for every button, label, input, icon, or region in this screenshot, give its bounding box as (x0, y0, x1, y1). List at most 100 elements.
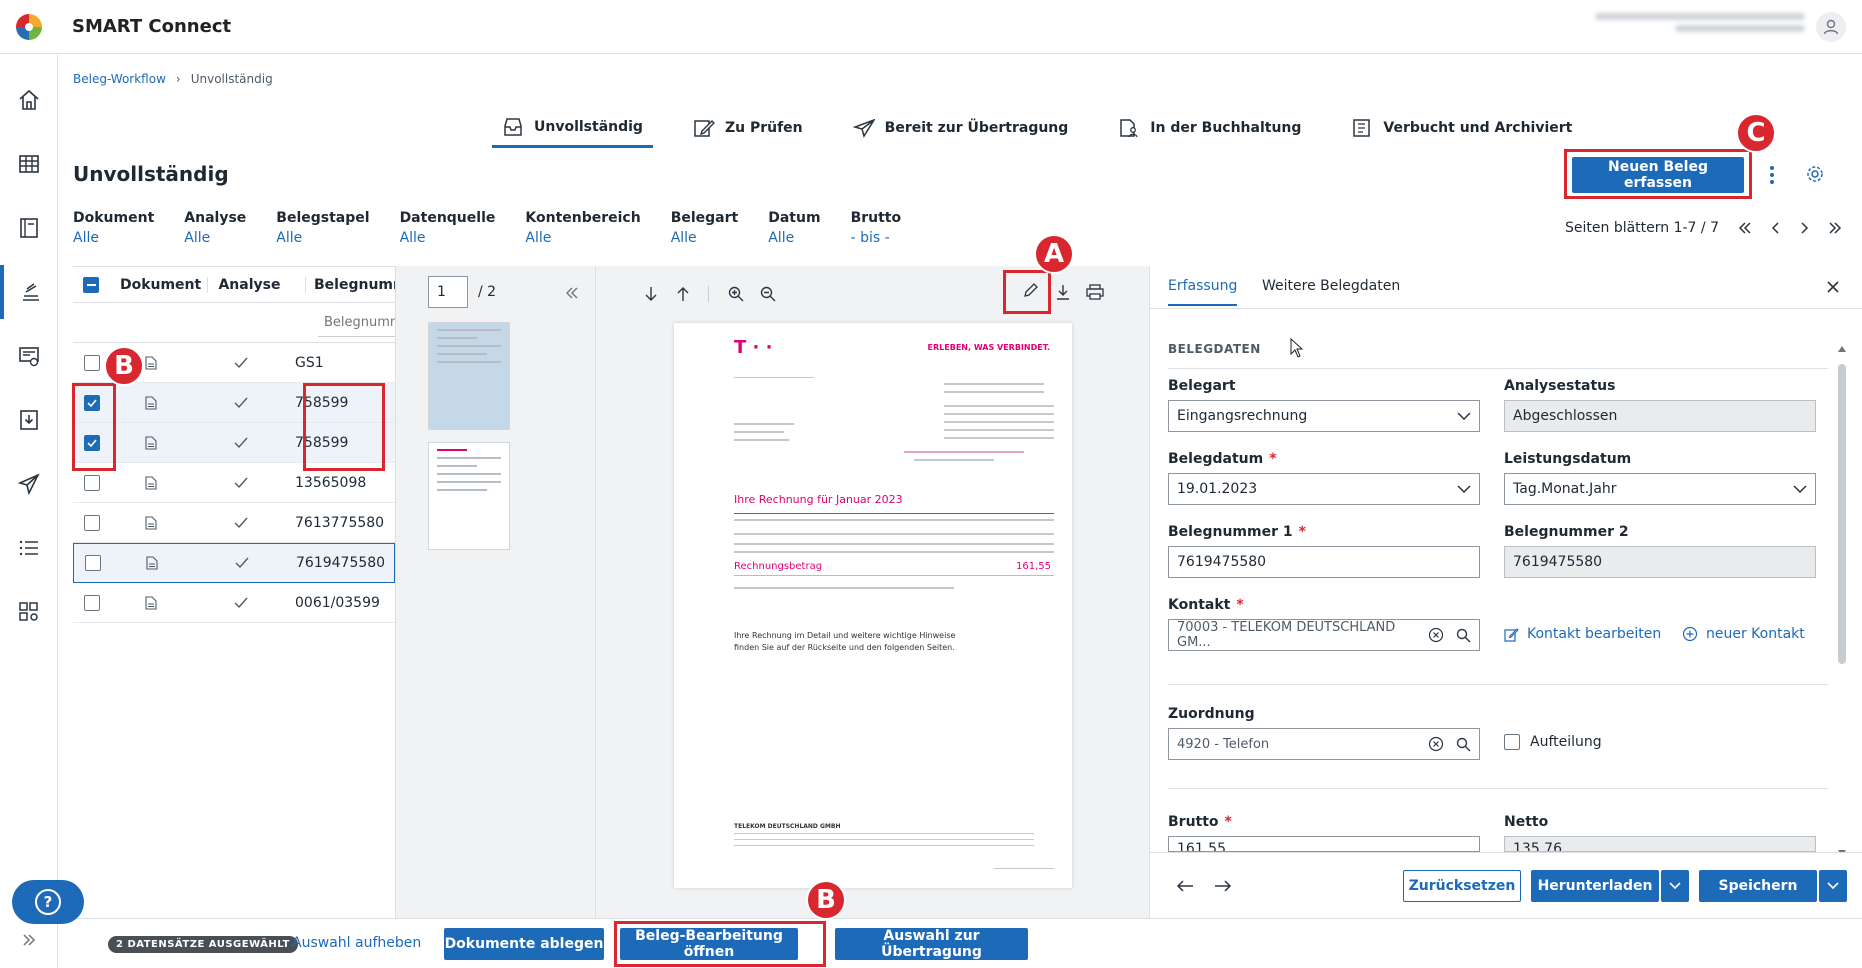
tab-zu-pruefen[interactable]: Zu Prüfen (683, 108, 813, 148)
settings-button[interactable] (1804, 163, 1826, 185)
clear-circle-icon[interactable] (1428, 736, 1444, 752)
sidebar-item-transfer[interactable] (0, 457, 58, 511)
tab-unvollstaendig[interactable]: Unvollständig (492, 108, 653, 148)
sidebar-item-document-workflow[interactable] (0, 265, 58, 319)
table-row-active[interactable]: 7619475580 (73, 543, 395, 583)
tab-in-der-buchhaltung[interactable]: In der Buchhaltung (1108, 108, 1311, 148)
page-thumbnail-2[interactable] (428, 442, 510, 550)
download-icon[interactable] (1056, 284, 1070, 300)
number-cell: 7619475580 (296, 555, 386, 571)
search-icon[interactable] (1456, 737, 1471, 752)
row-checkbox[interactable] (85, 555, 101, 571)
row-checkbox[interactable] (84, 474, 100, 491)
file-documents-button[interactable]: Dokumente ablegen (444, 928, 604, 960)
filter-value[interactable]: Alle (276, 230, 369, 246)
scrollbar-thumb[interactable] (1838, 364, 1846, 664)
panel-scrollbar[interactable] (1836, 346, 1848, 866)
download-button[interactable]: Herunterladen (1531, 870, 1659, 902)
previous-page-icon[interactable] (1771, 221, 1781, 235)
invoice-total-label: Rechnungsbetrag (734, 561, 823, 572)
first-page-icon[interactable] (1737, 221, 1753, 235)
tab-bereit-zur-uebertragung[interactable]: Bereit zur Übertragung (843, 108, 1079, 148)
kontakt-search-input[interactable]: 70003 - TELEKOM DEUTSCHLAND GM... (1168, 619, 1480, 651)
panel-tab-weitere-belegdaten[interactable]: Weitere Belegdaten (1262, 278, 1400, 304)
sidebar-item-invoices[interactable] (0, 329, 58, 383)
split-checkbox[interactable] (1504, 734, 1520, 750)
zoom-out-icon[interactable] (760, 286, 776, 302)
sidebar-item-home[interactable] (0, 73, 58, 127)
document-icon (145, 355, 157, 370)
page-thumbnail-1[interactable] (428, 322, 510, 430)
reset-button[interactable]: Zurücksetzen (1403, 870, 1521, 902)
zuordnung-search-input[interactable]: 4920 - Telefon (1168, 728, 1480, 760)
save-button[interactable]: Speichern (1699, 870, 1817, 902)
zoom-in-icon[interactable] (728, 286, 744, 302)
filter-datenquelle[interactable]: Datenquelle Alle (400, 210, 496, 246)
filter-belegstapel[interactable]: Belegstapel Alle (276, 210, 369, 246)
page-number-input[interactable]: 1 (428, 276, 468, 308)
last-page-icon[interactable] (1827, 221, 1843, 235)
number-cell: GS1 (295, 354, 324, 371)
column-header-number[interactable]: Belegnumm (305, 276, 395, 293)
user-icon (1823, 19, 1839, 35)
filter-belegart[interactable]: Belegart Alle (671, 210, 739, 246)
filter-datum[interactable]: Datum Alle (768, 210, 820, 246)
row-checkbox[interactable] (84, 514, 100, 531)
next-page-icon[interactable] (1799, 221, 1809, 235)
clear-circle-icon[interactable] (1428, 627, 1444, 643)
breadcrumb-parent[interactable]: Beleg-Workflow (73, 72, 166, 86)
close-icon[interactable] (1826, 280, 1840, 294)
filter-dokument[interactable]: Dokument Alle (73, 210, 154, 246)
arrow-down-icon[interactable] (644, 286, 658, 302)
user-avatar[interactable] (1816, 12, 1846, 42)
more-options-button[interactable] (1764, 162, 1780, 188)
sidebar-item-list[interactable] (0, 521, 58, 575)
filter-analyse[interactable]: Analyse Alle (184, 210, 246, 246)
filter-value[interactable]: Alle (671, 230, 739, 246)
filter-value[interactable]: Alle (184, 230, 246, 246)
table-row[interactable]: 7613775580 (73, 503, 395, 543)
filter-value[interactable]: Alle (73, 230, 154, 246)
filter-value[interactable]: - bis - (851, 230, 902, 246)
panel-tab-erfassung[interactable]: Erfassung (1168, 278, 1238, 306)
arrow-up-icon[interactable] (676, 286, 690, 302)
filter-value[interactable]: Alle (400, 230, 496, 246)
number-filter-input[interactable] (318, 309, 395, 337)
edit-contact-link[interactable]: Kontakt bearbeiten (1504, 626, 1661, 642)
select-all-checkbox[interactable] (83, 276, 100, 293)
tab-verbucht-und-archiviert[interactable]: Verbucht und Archiviert (1341, 108, 1582, 148)
sidebar-item-import[interactable] (0, 393, 58, 447)
column-header-document[interactable]: Dokument (110, 277, 208, 293)
clear-selection-link[interactable]: Auswahl aufheben (292, 935, 421, 951)
new-contact-link[interactable]: neuer Kontakt (1682, 626, 1805, 642)
filter-kontenbereich[interactable]: Kontenbereich Alle (525, 210, 640, 246)
label-text: Belegnummer 1 (1168, 524, 1293, 540)
belegdatum-select[interactable]: 19.01.2023 (1168, 473, 1480, 505)
row-checkbox[interactable] (84, 354, 100, 371)
doc-line (944, 405, 1054, 407)
split-checkbox-group[interactable]: Aufteilung (1504, 734, 1602, 750)
collapse-thumbnails-icon[interactable] (564, 286, 580, 300)
help-button[interactable]: ? (12, 880, 84, 924)
brutto-input[interactable]: 161,55 (1168, 836, 1480, 852)
save-dropdown-button[interactable] (1819, 870, 1847, 902)
download-dropdown-button[interactable] (1661, 870, 1689, 902)
row-checkbox[interactable] (84, 594, 100, 611)
sidebar-item-settings-apps[interactable] (0, 585, 58, 639)
leistungsdatum-select[interactable]: Tag.Monat.Jahr (1504, 473, 1816, 505)
column-header-analysis[interactable]: Analyse (207, 276, 305, 293)
filter-value[interactable]: Alle (768, 230, 820, 246)
table-row[interactable]: 0061/03599 (73, 583, 395, 623)
sidebar-item-table[interactable] (0, 137, 58, 191)
filter-value[interactable]: Alle (525, 230, 640, 246)
search-icon[interactable] (1456, 628, 1471, 643)
print-icon[interactable] (1086, 284, 1104, 300)
belegnummer-1-input[interactable]: 7619475580 (1168, 546, 1480, 578)
belegart-select[interactable]: Eingangsrechnung (1168, 400, 1480, 432)
sidebar-item-journal[interactable] (0, 201, 58, 255)
scroll-up-icon[interactable] (1838, 346, 1846, 352)
filter-brutto[interactable]: Brutto - bis - (851, 210, 902, 246)
previous-arrow-icon[interactable] (1176, 879, 1194, 893)
transfer-selection-button[interactable]: Auswahl zur Übertragung (835, 928, 1028, 960)
next-arrow-icon[interactable] (1214, 879, 1232, 893)
